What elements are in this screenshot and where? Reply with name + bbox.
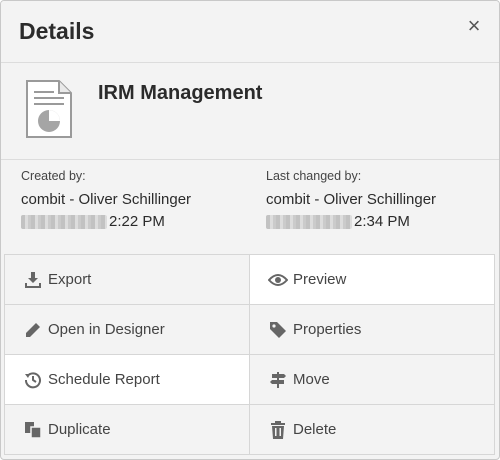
close-icon[interactable]: × — [463, 15, 485, 37]
delete-label: Delete — [293, 421, 337, 438]
open-in-designer-label: Open in Designer — [48, 321, 165, 338]
report-summary: IRM Management — [1, 63, 499, 160]
changed-info: Last changed by: combit - Oliver Schilli… — [266, 169, 436, 230]
created-info: Created by: combit - Oliver Schillinger … — [21, 169, 191, 230]
report-name: IRM Management — [98, 82, 263, 104]
schedule-report-button[interactable]: Schedule Report — [4, 354, 250, 405]
signpost-icon — [268, 370, 288, 390]
dialog-header: Details × — [1, 1, 499, 63]
duplicate-button[interactable]: Duplicate — [4, 404, 250, 455]
preview-button[interactable]: Preview — [249, 254, 495, 305]
changed-time: 2:34 PM — [354, 213, 410, 230]
move-label: Move — [293, 371, 330, 388]
dialog-title: Details — [19, 18, 95, 44]
changed-user: combit - Oliver Schillinger — [266, 191, 437, 208]
properties-button[interactable]: Properties — [249, 304, 495, 355]
pencil-icon — [23, 320, 43, 340]
export-label: Export — [48, 271, 92, 288]
changed-time-row: 2:34 PM — [266, 213, 436, 230]
created-label: Created by: — [21, 169, 86, 183]
changed-label: Last changed by: — [266, 169, 362, 183]
export-button[interactable]: Export — [4, 254, 250, 305]
redacted-date — [266, 214, 352, 229]
move-button[interactable]: Move — [249, 354, 495, 405]
delete-button[interactable]: Delete — [249, 404, 495, 455]
history-clock-icon — [23, 370, 43, 390]
duplicate-label: Duplicate — [48, 421, 111, 438]
download-icon — [23, 270, 43, 290]
preview-label: Preview — [293, 271, 347, 288]
schedule-report-label: Schedule Report — [48, 371, 160, 388]
details-dialog: Details × IRM Management Created by: com… — [0, 0, 500, 460]
created-time-row: 2:22 PM — [21, 213, 191, 230]
eye-icon — [268, 270, 288, 290]
redacted-date — [21, 214, 107, 229]
created-user: combit - Oliver Schillinger — [21, 191, 192, 208]
open-in-designer-button[interactable]: Open in Designer — [4, 304, 250, 355]
created-time: 2:22 PM — [109, 213, 165, 230]
trash-icon — [268, 420, 288, 440]
action-grid: Export Preview Open in Designer Properti… — [4, 254, 495, 455]
tag-icon — [268, 320, 288, 340]
report-document-icon — [26, 80, 72, 138]
copy-icon — [23, 420, 43, 440]
properties-label: Properties — [293, 321, 362, 338]
